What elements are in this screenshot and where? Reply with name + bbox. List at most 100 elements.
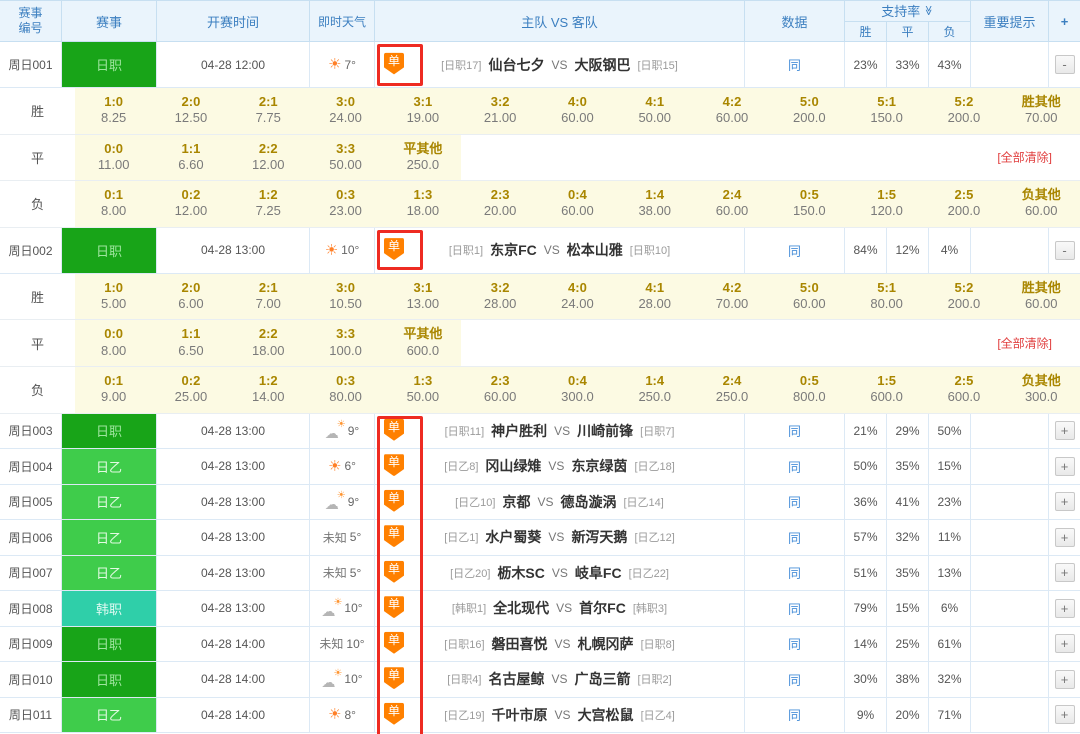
same-data-link[interactable]: 同	[788, 55, 801, 74]
odds-option[interactable]: 4:150.00	[616, 88, 693, 134]
odds-option[interactable]: 2:212.00	[230, 135, 307, 181]
odds-option[interactable]: 2:06.00	[152, 274, 229, 320]
same-data-link[interactable]: 同	[788, 492, 801, 511]
expand-button[interactable]: +	[1055, 563, 1075, 582]
expand-button[interactable]: +	[1055, 492, 1075, 511]
odds-option[interactable]: 1:27.25	[230, 181, 307, 227]
odds-option[interactable]: 1:5600.0	[848, 367, 925, 413]
odds-option[interactable]: 平其他250.0	[384, 135, 461, 181]
odds-option[interactable]: 0:08.00	[75, 320, 152, 366]
league-badge[interactable]: 日乙	[62, 449, 156, 484]
odds-option[interactable]: 3:024.00	[307, 88, 384, 134]
league-badge[interactable]: 日职	[62, 662, 156, 697]
expand-button[interactable]: +	[1055, 670, 1075, 689]
odds-option[interactable]: 0:011.00	[75, 135, 152, 181]
collapse-button[interactable]: -	[1055, 55, 1075, 74]
odds-option[interactable]: 胜其他60.00	[1003, 274, 1080, 320]
expand-button[interactable]: +	[1055, 634, 1075, 653]
odds-option[interactable]: 0:323.00	[307, 181, 384, 227]
odds-option[interactable]: 0:225.00	[152, 367, 229, 413]
league-badge[interactable]: 日乙	[62, 485, 156, 520]
odds-option[interactable]: 3:113.00	[384, 274, 461, 320]
odds-option[interactable]: 负其他60.00	[1003, 181, 1080, 227]
odds-option[interactable]: 2:5200.0	[925, 181, 1002, 227]
league-badge[interactable]: 日乙	[62, 520, 156, 555]
odds-option[interactable]: 1:05.00	[75, 274, 152, 320]
odds-option[interactable]: 4:270.00	[693, 274, 770, 320]
league-badge[interactable]: 日乙	[62, 556, 156, 591]
odds-option[interactable]: 1:214.00	[230, 367, 307, 413]
odds-option[interactable]: 1:16.60	[152, 135, 229, 181]
temperature: 9°	[348, 424, 359, 438]
expand-button[interactable]: +	[1055, 528, 1075, 547]
odds-option[interactable]: 5:2200.0	[925, 274, 1002, 320]
odds-option[interactable]: 2:17.00	[230, 274, 307, 320]
odds-option[interactable]: 3:010.50	[307, 274, 384, 320]
league-badge[interactable]: 日职	[62, 42, 156, 87]
odds-option[interactable]: 负其他300.0	[1003, 367, 1080, 413]
odds-option[interactable]: 5:0200.0	[771, 88, 848, 134]
league-badge[interactable]: 日乙	[62, 698, 156, 733]
league-badge[interactable]: 韩职	[62, 591, 156, 626]
odds-option[interactable]: 2:320.00	[461, 181, 538, 227]
same-data-link[interactable]: 同	[788, 241, 801, 260]
odds-option[interactable]: 1:318.00	[384, 181, 461, 227]
odds-option[interactable]: 2:012.50	[152, 88, 229, 134]
clear-all-link[interactable]: [全部清除]	[997, 149, 1052, 166]
league-badge[interactable]: 日职	[62, 627, 156, 662]
same-data-link[interactable]: 同	[788, 421, 801, 440]
odds-option[interactable]: 1:350.00	[384, 367, 461, 413]
odds-option[interactable]: 2:218.00	[230, 320, 307, 366]
odds-option[interactable]: 1:5120.0	[848, 181, 925, 227]
odds-option[interactable]: 2:5600.0	[925, 367, 1002, 413]
clear-all-link[interactable]: [全部清除]	[997, 335, 1052, 352]
odds-option[interactable]: 1:438.00	[616, 181, 693, 227]
expand-button[interactable]: +	[1055, 421, 1075, 440]
odds-option[interactable]: 0:5150.0	[771, 181, 848, 227]
odds-option[interactable]: 3:221.00	[461, 88, 538, 134]
same-data-link[interactable]: 同	[788, 457, 801, 476]
odds-option[interactable]: 5:1150.0	[848, 88, 925, 134]
odds-option[interactable]: 0:4300.0	[539, 367, 616, 413]
expand-button[interactable]: +	[1055, 599, 1075, 618]
odds-option[interactable]: 1:08.25	[75, 88, 152, 134]
league-badge[interactable]: 日职	[62, 414, 156, 449]
odds-option[interactable]: 0:19.00	[75, 367, 152, 413]
odds-option[interactable]: 1:16.50	[152, 320, 229, 366]
odds-option[interactable]: 2:360.00	[461, 367, 538, 413]
odds-option[interactable]: 2:460.00	[693, 181, 770, 227]
odds-option[interactable]: 3:228.00	[461, 274, 538, 320]
odds-option[interactable]: 5:2200.0	[925, 88, 1002, 134]
support-rate-sort[interactable]: 支持率 ≫	[845, 1, 970, 22]
same-data-link[interactable]: 同	[788, 563, 801, 582]
expand-button[interactable]: +	[1055, 457, 1075, 476]
header-expand-all[interactable]: +	[1049, 1, 1080, 41]
collapse-button[interactable]: -	[1055, 241, 1075, 260]
odds-option[interactable]: 3:350.00	[307, 135, 384, 181]
odds-option[interactable]: 平其他600.0	[384, 320, 461, 366]
same-data-link[interactable]: 同	[788, 528, 801, 547]
odds-option[interactable]: 0:212.00	[152, 181, 229, 227]
league-badge[interactable]: 日职	[62, 228, 156, 273]
odds-option[interactable]: 3:119.00	[384, 88, 461, 134]
odds-option[interactable]: 5:060.00	[771, 274, 848, 320]
same-data-link[interactable]: 同	[788, 705, 801, 724]
odds-option[interactable]: 1:4250.0	[616, 367, 693, 413]
odds-option[interactable]: 胜其他70.00	[1003, 88, 1080, 134]
odds-option[interactable]: 0:5800.0	[771, 367, 848, 413]
same-data-link[interactable]: 同	[788, 599, 801, 618]
odds-option[interactable]: 0:460.00	[539, 181, 616, 227]
odds-option[interactable]: 4:024.00	[539, 274, 616, 320]
odds-option[interactable]: 4:260.00	[693, 88, 770, 134]
odds-option[interactable]: 2:4250.0	[693, 367, 770, 413]
expand-button[interactable]: +	[1055, 705, 1075, 724]
odds-option[interactable]: 0:380.00	[307, 367, 384, 413]
odds-option[interactable]: 4:128.00	[616, 274, 693, 320]
odds-option[interactable]: 0:18.00	[75, 181, 152, 227]
odds-option[interactable]: 2:17.75	[230, 88, 307, 134]
same-data-link[interactable]: 同	[788, 634, 801, 653]
odds-option[interactable]: 5:180.00	[848, 274, 925, 320]
same-data-link[interactable]: 同	[788, 670, 801, 689]
odds-option[interactable]: 3:3100.0	[307, 320, 384, 366]
odds-option[interactable]: 4:060.00	[539, 88, 616, 134]
